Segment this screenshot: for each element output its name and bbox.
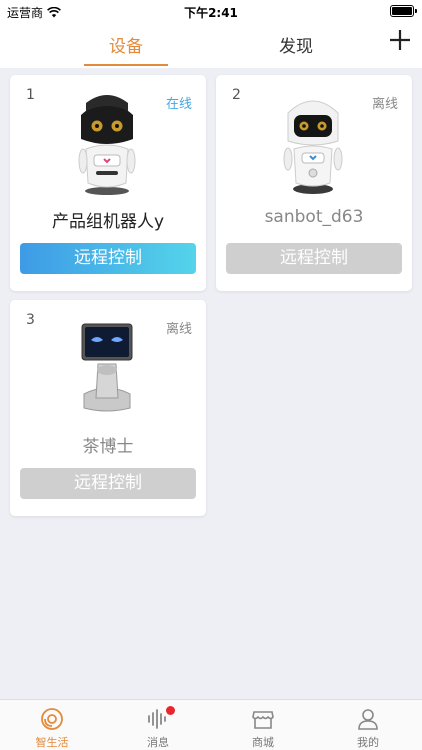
remote-control-button[interactable]: 远程控制 [20,468,196,499]
profile-icon [358,709,378,730]
robot-image [81,323,133,412]
status-badge: 在线 [165,97,192,112]
status-badge: 离线 [371,97,398,112]
device-index: 3 [26,312,35,328]
bottom-tab-label: 消息 [147,736,169,749]
device-index: 2 [232,87,241,103]
device-name: 茶博士 [82,437,134,457]
bottom-tab-label: 智生活 [35,736,69,749]
robot-image [283,100,343,194]
store-icon [252,711,274,729]
bottom-tab-smart-life[interactable]: 智生活 [22,706,82,750]
battery-icon [390,5,417,17]
bottom-navigation: 智生活 消息 商城 我的 [0,699,422,750]
top-navigation: 设备 发现 [0,24,422,68]
robot-image [78,95,136,195]
notification-badge [166,706,175,715]
remote-control-button[interactable]: 远程控制 [226,243,402,274]
bottom-tab-label: 我的 [357,736,379,749]
status-badge: 离线 [165,322,192,337]
device-name: sanbot_d63 [264,207,364,227]
remote-control-button[interactable]: 远程控制 [20,243,196,274]
clock: 下午2:41 [184,6,238,20]
device-card-3[interactable]: 3 离线 茶博士 远程控制 [10,300,206,516]
device-card-1[interactable]: 1 在线 产品组机器人y 远程控制 [10,75,206,291]
status-bar: 运营商 下午2:41 [0,0,422,24]
smart-life-icon [41,708,63,730]
device-index: 1 [26,87,35,103]
tab-devices[interactable]: 设备 [84,32,168,66]
device-name: 产品组机器人y [51,212,165,232]
bottom-tab-label: 商城 [252,736,274,749]
device-card-2[interactable]: 2 离线 sanbot_d63 远程控制 [216,75,412,291]
bottom-tab-profile[interactable]: 我的 [338,706,398,750]
plus-icon[interactable] [388,28,412,52]
tab-discover[interactable]: 发现 [254,32,338,66]
bottom-tab-store[interactable]: 商城 [233,706,293,750]
bottom-tab-messages[interactable]: 消息 [128,706,188,750]
